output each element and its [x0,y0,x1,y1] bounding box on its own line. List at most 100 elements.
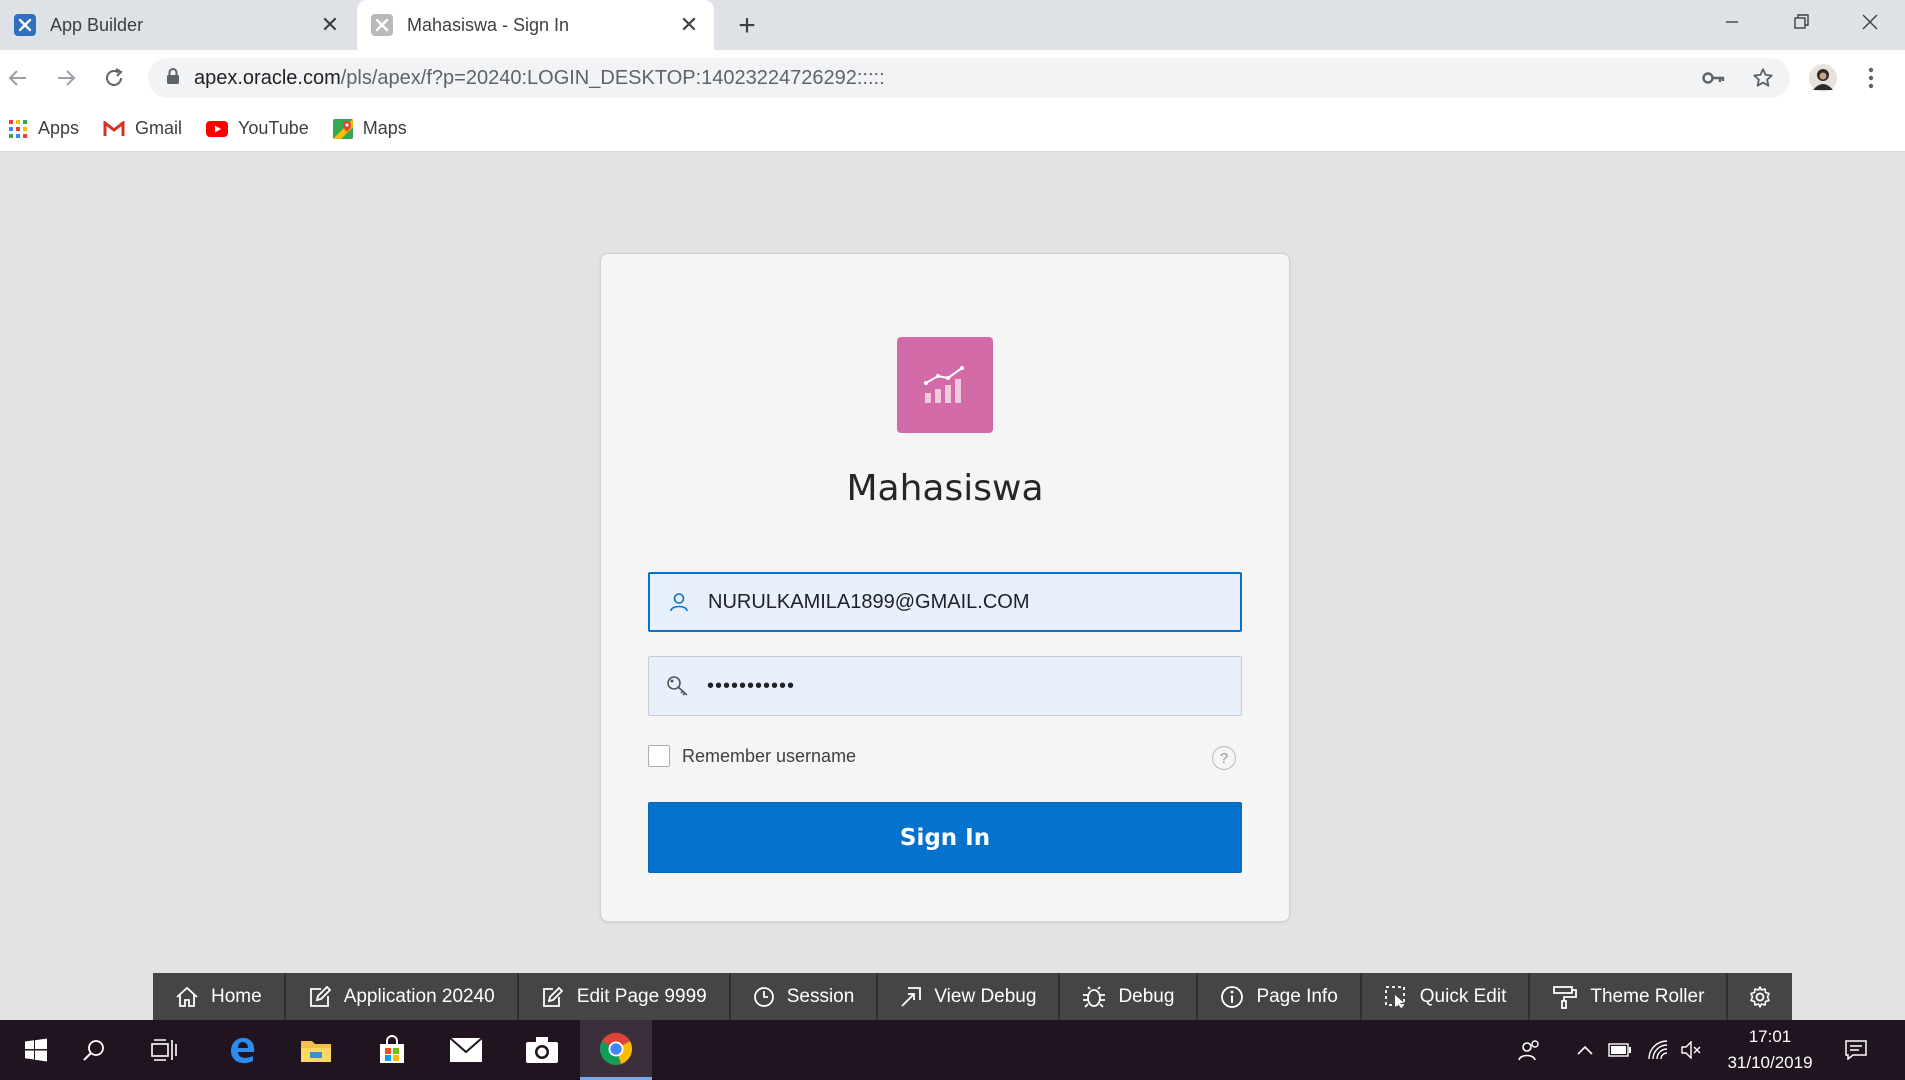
minimize-icon[interactable] [1697,0,1767,44]
notification-icon[interactable] [1836,1020,1876,1080]
dev-item-label: Theme Roller [1590,985,1705,1007]
key-icon[interactable] [1694,58,1734,98]
chevron-up-icon[interactable] [1570,1020,1600,1080]
remember-checkbox[interactable] [648,745,670,767]
bookmark-label: Maps [362,118,407,138]
bookmark-label: Apps [38,118,80,138]
dev-item-label: Edit Page 9999 [576,985,707,1007]
bug-icon [1082,985,1106,1008]
taskbar-clock[interactable]: 17:01 31/10/2019 [1720,1020,1820,1080]
camera-icon[interactable] [506,1020,578,1080]
tab-title: Mahasiswa - Sign In [407,14,570,35]
tab-title: App Builder [50,14,144,35]
back-button[interactable] [0,60,36,96]
dev-application-button[interactable]: Application 20240 [286,973,519,1020]
dev-theme-roller-button[interactable]: Theme Roller [1530,973,1729,1020]
bookmarks-bar: Apps Gmail YouTube Maps [0,106,1905,152]
sign-in-button[interactable]: Sign In [648,802,1242,873]
wifi-icon[interactable] [1642,1020,1674,1080]
close-window-icon[interactable] [1835,0,1905,44]
login-region: Mahasiswa Remember username ? Sign In [600,253,1290,922]
address-bar[interactable]: apex.oracle.com/pls/apex/f?p=20240:LOGIN… [148,58,1790,98]
lock-icon [166,67,180,90]
gear-icon [1748,985,1772,1009]
dev-item-label: Application 20240 [343,985,495,1007]
mail-icon[interactable] [430,1020,502,1080]
apex-favicon-icon [371,14,393,36]
windows-taskbar: 17:01 31/10/2019 [0,1020,1905,1080]
home-icon [175,986,199,1008]
dev-session-button[interactable]: Session [731,973,879,1020]
user-icon [650,592,708,612]
file-explorer-icon[interactable] [280,1020,352,1080]
paint-roller-icon [1552,985,1578,1009]
people-icon[interactable] [1512,1020,1548,1080]
dev-edit-page-button[interactable]: Edit Page 9999 [519,973,731,1020]
tab-mahasiswa-sign-in[interactable]: Mahasiswa - Sign In ✕ [357,0,714,50]
developer-toolbar: Home Application 20240 Edit Page 9999 Se… [153,973,1793,1020]
tab-close-icon[interactable]: ✕ [315,10,345,40]
apps-grid-icon [8,119,28,139]
dev-item-label: Debug [1118,985,1175,1007]
bookmark-star-icon[interactable] [1743,58,1783,98]
app-title: Mahasiswa [846,468,1044,509]
bookmark-label: YouTube [238,118,309,138]
view-debug-icon [900,986,922,1008]
reload-button[interactable] [96,60,132,96]
profile-avatar[interactable] [1803,58,1843,98]
maps-icon [332,118,353,139]
remember-username[interactable]: Remember username [648,745,856,767]
browser-toolbar: apex.oracle.com/pls/apex/f?p=20240:LOGIN… [0,50,1905,106]
dev-home-button[interactable]: Home [153,973,286,1020]
battery-icon[interactable] [1604,1020,1636,1080]
dev-item-label: Quick Edit [1419,985,1507,1007]
edit-page-icon [541,986,565,1008]
password-input[interactable] [707,657,1241,715]
dev-item-label: View Debug [934,985,1037,1007]
url-text: apex.oracle.com/pls/apex/f?p=20240:LOGIN… [194,67,885,90]
tab-close-icon[interactable]: ✕ [674,10,704,40]
apex-favicon-icon [14,14,36,36]
help-icon[interactable]: ? [1212,746,1236,770]
dev-quick-edit-button[interactable]: Quick Edit [1362,973,1531,1020]
bookmark-maps[interactable]: Maps [332,118,407,139]
restore-icon[interactable] [1767,0,1837,44]
bookmark-gmail[interactable]: Gmail [103,118,182,139]
clock-icon [753,986,775,1008]
bookmark-apps[interactable]: Apps [8,118,79,139]
dev-item-label: Home [211,985,262,1007]
dev-item-label: Session [786,985,855,1007]
dev-view-debug-button[interactable]: View Debug [878,973,1061,1020]
speaker-muted-icon[interactable] [1676,1020,1708,1080]
app-chart-logo-icon [897,337,993,433]
tab-app-builder[interactable]: App Builder ✕ [0,0,355,50]
username-input[interactable] [708,574,1240,630]
username-field[interactable] [648,572,1242,632]
bookmark-label: Gmail [135,118,183,138]
search-icon[interactable] [58,1020,130,1080]
gmail-icon [103,120,125,137]
edit-square-icon [308,985,332,1008]
dev-settings-button[interactable] [1728,973,1792,1020]
clock-date: 31/10/2019 [1727,1053,1813,1072]
chrome-icon[interactable] [580,1020,652,1080]
url-path: /pls/apex/f?p=20240:LOGIN_DESKTOP:140232… [340,66,885,89]
dev-debug-button[interactable]: Debug [1060,973,1199,1020]
edge-browser-icon[interactable] [206,1020,278,1080]
password-field[interactable] [648,656,1242,716]
bookmark-youtube[interactable]: YouTube [206,118,309,139]
new-tab-button[interactable]: + [730,9,764,43]
chrome-menu-icon[interactable] [1851,58,1891,98]
page-body: Mahasiswa Remember username ? Sign In [0,153,1905,1020]
clock-time: 17:01 [1748,1027,1792,1046]
microsoft-store-icon[interactable] [356,1020,428,1080]
quick-edit-icon [1384,985,1408,1009]
forward-button[interactable] [48,60,84,96]
remember-label: Remember username [682,745,857,766]
key-icon [649,675,707,697]
url-host: apex.oracle.com [194,66,341,89]
dev-item-label: Page Info [1256,985,1338,1007]
task-view-icon[interactable] [128,1020,200,1080]
browser-tab-strip: App Builder ✕ Mahasiswa - Sign In ✕ + [0,0,1905,50]
dev-page-info-button[interactable]: Page Info [1198,973,1362,1020]
